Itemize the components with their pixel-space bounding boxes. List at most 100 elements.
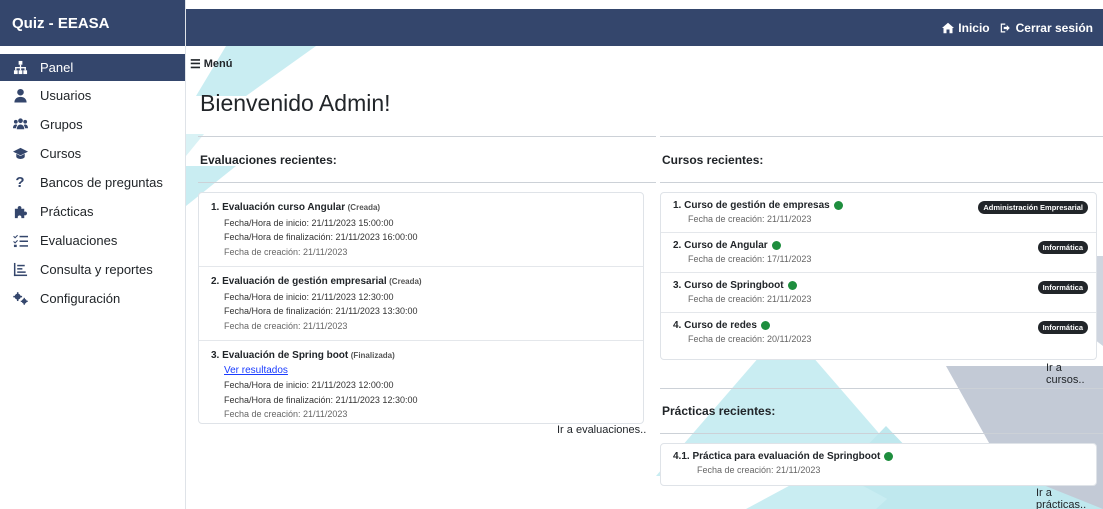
category-badge: Informática: [1037, 321, 1088, 334]
status-dot-icon: [760, 321, 770, 330]
category-badge: Informática: [1037, 241, 1088, 254]
sidebar-item-cursos[interactable]: Cursos: [0, 139, 185, 168]
course-title: 4. Curso de redes: [673, 320, 757, 331]
courses-list: 1. Curso de gestión de empresas Fecha de…: [660, 192, 1097, 360]
sidebar-item-label: Panel: [40, 60, 74, 75]
sidebar-item-usuarios[interactable]: Usuarios: [0, 81, 185, 110]
status-dot-icon: [787, 281, 797, 290]
sidebar-item-evaluaciones[interactable]: Evaluaciones: [0, 226, 185, 255]
status-dot-icon: [833, 201, 843, 210]
practices-list: 4.1. Práctica para evaluación de Springb…: [660, 443, 1097, 486]
sidebar-item-label: Grupos: [40, 117, 83, 132]
puzzle-icon: [0, 204, 40, 219]
view-results-link[interactable]: Ver resultados: [211, 364, 631, 379]
list-item[interactable]: 4. Curso de redes Fecha de creación: 20/…: [661, 313, 1096, 353]
evaluation-end: Fecha/Hora de finalización: 21/11/2023 1…: [224, 394, 418, 405]
go-to-evaluations-link[interactable]: Ir a evaluaciones..: [557, 424, 646, 436]
evaluation-start: Fecha/Hora de inicio: 21/11/2023 12:30:0…: [224, 291, 394, 302]
list-item[interactable]: 4.1. Práctica para evaluación de Springb…: [661, 444, 1096, 484]
sidebar-item-configuracion[interactable]: Configuración: [0, 284, 185, 313]
evaluation-end: Fecha/Hora de finalización: 21/11/2023 1…: [224, 232, 418, 242]
evaluation-title: 3. Evaluación de Spring boot: [211, 350, 349, 361]
gears-icon: [0, 291, 40, 306]
sidebar-item-bancos-de-preguntas[interactable]: ? Bancos de preguntas: [0, 168, 185, 197]
course-created: Fecha de creación: 21/11/2023: [688, 294, 812, 304]
sidebar-item-label: Cursos: [40, 146, 82, 161]
practice-created: Fecha de creación: 21/11/2023: [697, 465, 821, 475]
sidebar-item-consulta-y-reportes[interactable]: Consulta y reportes: [0, 255, 185, 284]
sidebar-item-label: Consulta y reportes: [40, 262, 153, 277]
practice-title: 4.1. Práctica para evaluación de Springb…: [673, 451, 881, 462]
app-brand[interactable]: Quiz - EEASA: [0, 0, 185, 46]
users-icon: [0, 117, 40, 132]
sidebar: Quiz - EEASA Panel Usuarios Grupos Curso…: [0, 0, 186, 509]
sidebar-item-grupos[interactable]: Grupos: [0, 110, 185, 139]
evaluations-section-title: Evaluaciones recientes:: [200, 153, 337, 167]
sidebar-item-panel[interactable]: Panel: [0, 54, 185, 81]
status-dot-icon: [884, 452, 894, 461]
category-badge: Administración Empresarial: [978, 201, 1088, 214]
course-created: Fecha de creación: 21/11/2023: [688, 214, 812, 224]
chart-icon: [0, 262, 40, 277]
evaluation-created: Fecha de creación: 21/11/2023: [224, 246, 348, 257]
home-label: Inicio: [958, 20, 990, 35]
main-content: ☰ Menú Bienvenido Admin! Evaluaciones re…: [186, 46, 1103, 509]
evaluation-start: Fecha/Hora de inicio: 21/11/2023 15:00:0…: [224, 217, 394, 228]
sidebar-item-label: Configuración: [40, 291, 121, 306]
divider: [660, 433, 1103, 434]
sidebar-item-practicas[interactable]: Prácticas: [0, 197, 185, 226]
menu-toggle-button[interactable]: ☰ Menú: [190, 57, 233, 71]
divider: [660, 136, 1103, 137]
status-dot-icon: [771, 241, 781, 250]
hamburger-icon: ☰: [190, 57, 201, 71]
divider: [660, 182, 1103, 183]
course-title: 2. Curso de Angular: [673, 240, 768, 251]
list-item[interactable]: 1. Curso de gestión de empresas Fecha de…: [661, 193, 1096, 233]
graduation-cap-icon: [0, 146, 40, 161]
logout-icon: [1000, 23, 1010, 32]
evaluation-status: (Creada): [389, 277, 422, 286]
divider: [660, 388, 1103, 389]
evaluation-created: Fecha de creación: 21/11/2023: [224, 409, 348, 419]
top-navbar: Inicio Cerrar sesión: [186, 9, 1103, 46]
list-item[interactable]: 1. Evaluación curso Angular (Creada) Fec…: [199, 193, 643, 267]
courses-section-title: Cursos recientes:: [662, 153, 764, 167]
logout-link[interactable]: Cerrar sesión: [1000, 21, 1093, 35]
question-icon: ?: [15, 174, 25, 191]
evaluation-status: (Creada): [347, 203, 381, 212]
course-title: 1. Curso de gestión de empresas: [673, 200, 830, 211]
list-item[interactable]: 3. Curso de Springboot Fecha de creación…: [661, 273, 1096, 313]
user-icon: [0, 88, 40, 103]
list-check-icon: [0, 233, 40, 248]
go-to-courses-link[interactable]: Ir a cursos..: [1046, 362, 1103, 386]
logout-label: Cerrar sesión: [1015, 20, 1093, 35]
course-title: 3. Curso de Springboot: [673, 280, 784, 291]
page-title: Bienvenido Admin!: [200, 90, 391, 116]
evaluation-start: Fecha/Hora de inicio: 21/11/2023 12:00:0…: [224, 380, 394, 390]
sidebar-item-label: Evaluaciones: [40, 233, 118, 248]
home-icon: [942, 22, 955, 33]
sidebar-item-label: Prácticas: [40, 204, 94, 219]
sitemap-icon: [0, 60, 40, 75]
evaluations-list: 1. Evaluación curso Angular (Creada) Fec…: [198, 192, 644, 424]
divider: [198, 182, 656, 183]
divider: [198, 136, 656, 137]
category-badge: Informática: [1037, 281, 1088, 294]
practices-section-title: Prácticas recientes:: [662, 404, 776, 418]
list-item[interactable]: 2. Curso de Angular Fecha de creación: 1…: [661, 233, 1096, 273]
evaluation-created: Fecha de creación: 21/11/2023: [224, 320, 348, 331]
go-to-practices-link[interactable]: Ir a prácticas..: [1036, 487, 1103, 509]
home-link[interactable]: Inicio: [942, 20, 990, 35]
evaluation-title: 1. Evaluación curso Angular: [211, 202, 346, 213]
menu-label: Menú: [203, 58, 233, 70]
top-strip: [186, 0, 1103, 9]
list-item[interactable]: 2. Evaluación de gestión empresarial (Cr…: [199, 267, 643, 341]
list-item[interactable]: 3. Evaluación de Spring boot (Finalizada…: [199, 341, 643, 429]
sidebar-item-label: Usuarios: [40, 88, 92, 103]
course-created: Fecha de creación: 17/11/2023: [688, 254, 812, 264]
evaluation-status: (Finalizada): [350, 351, 395, 360]
evaluation-title: 2. Evaluación de gestión empresarial: [211, 276, 387, 287]
course-created: Fecha de creación: 20/11/2023: [688, 334, 812, 344]
evaluation-end: Fecha/Hora de finalización: 21/11/2023 1…: [224, 306, 418, 316]
sidebar-item-label: Bancos de preguntas: [40, 175, 163, 190]
